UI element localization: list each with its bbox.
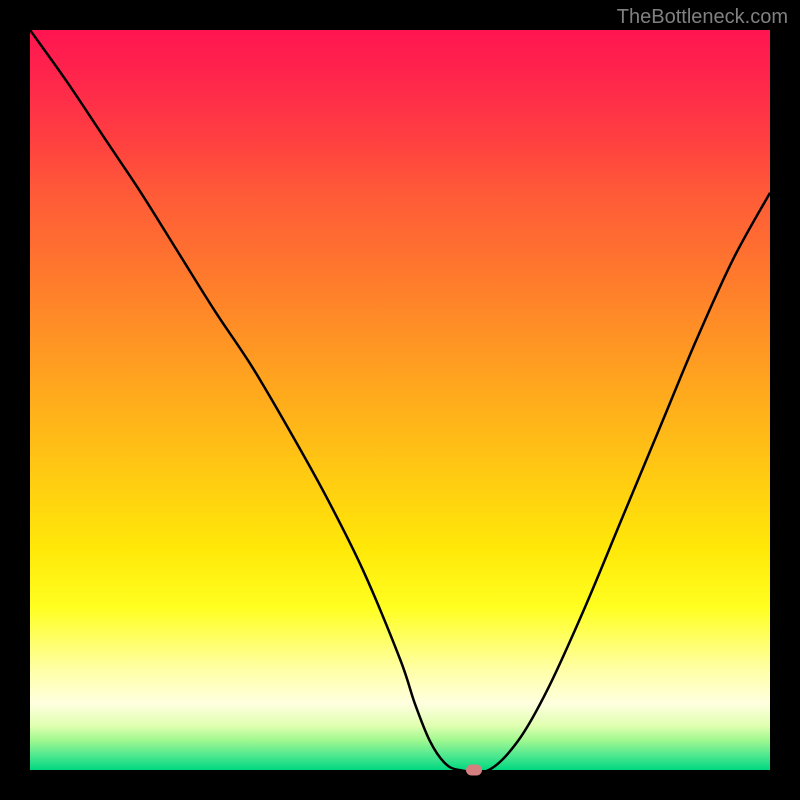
minimum-marker (466, 765, 482, 776)
plot-area (30, 30, 770, 770)
curve-svg (30, 30, 770, 770)
bottleneck-curve (30, 30, 770, 770)
watermark-text: TheBottleneck.com (617, 6, 788, 29)
chart-container: TheBottleneck.com (0, 0, 800, 800)
